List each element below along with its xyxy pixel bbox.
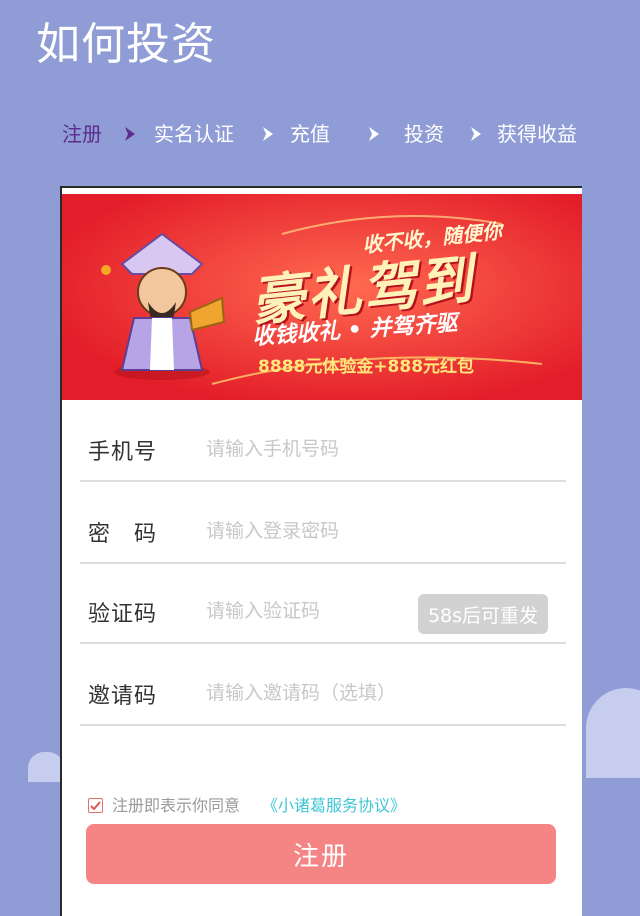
cloud-decoration xyxy=(28,752,64,782)
page-title: 如何投资 xyxy=(36,19,216,70)
register-card: 收不收，随便你 豪礼驾到 收钱收礼 • 并驾齐驱 8888元体验金+888元红包… xyxy=(60,186,582,916)
code-label: 验证码 xyxy=(88,602,158,627)
chevron-right-icon xyxy=(468,126,484,142)
step-verify: 实名认证 xyxy=(154,122,234,146)
chevron-right-icon xyxy=(122,126,138,142)
agree-checkbox[interactable] xyxy=(88,798,103,813)
check-icon xyxy=(90,801,101,811)
chevron-right-icon xyxy=(260,126,276,142)
step-invest: 投资 xyxy=(404,122,444,146)
chevron-right-icon xyxy=(366,126,382,142)
code-row: 验证码 58s后可重发 xyxy=(80,562,566,644)
phone-row: 手机号 xyxy=(80,400,566,482)
invite-label: 邀请码 xyxy=(88,684,158,709)
step-earn: 获得收益 xyxy=(497,122,577,146)
phone-label: 手机号 xyxy=(88,440,158,465)
password-row: 密 码 xyxy=(80,482,566,564)
promo-banner[interactable]: 收不收，随便你 豪礼驾到 收钱收礼 • 并驾齐驱 8888元体验金+888元红包 xyxy=(62,194,582,400)
resend-code-button[interactable]: 58s后可重发 xyxy=(418,594,548,634)
invite-row: 邀请码 xyxy=(80,644,566,726)
register-button[interactable]: 注册 xyxy=(86,824,556,884)
password-label: 密 码 xyxy=(88,522,158,547)
cloud-decoration xyxy=(586,688,640,778)
invite-input[interactable] xyxy=(206,678,536,708)
agreement-text: 注册即表示你同意 xyxy=(112,796,241,815)
code-input[interactable] xyxy=(206,596,406,626)
service-agreement-link[interactable]: 《小诸葛服务协议》 xyxy=(262,796,406,816)
step-recharge: 充值 xyxy=(290,122,330,146)
phone-input[interactable] xyxy=(206,434,536,464)
step-progress: 注册 实名认证 充值 投资 获得收益 xyxy=(0,118,640,150)
banner-offer: 8888元体验金+888元红包 xyxy=(258,357,475,377)
step-register: 注册 xyxy=(62,122,102,146)
password-input[interactable] xyxy=(206,516,536,546)
